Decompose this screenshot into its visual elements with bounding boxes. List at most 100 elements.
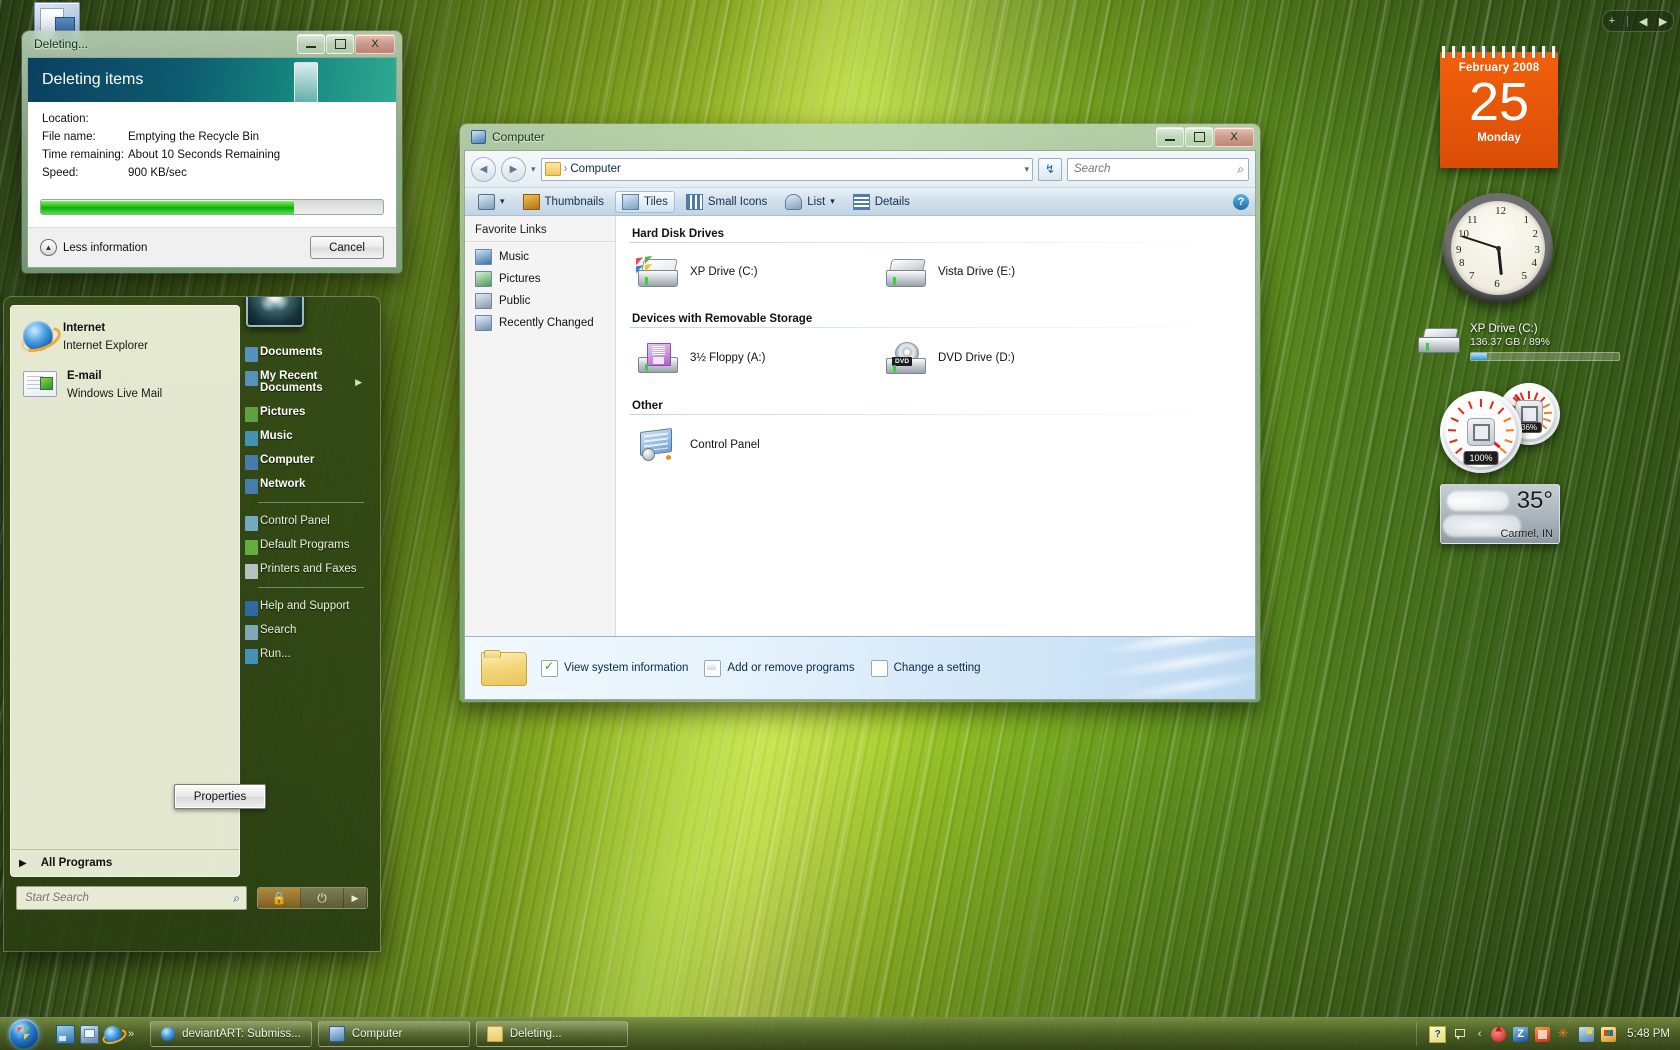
start-item-default-programs[interactable]: Default Programs bbox=[254, 534, 368, 556]
start-search-input[interactable] bbox=[23, 891, 207, 905]
help-button[interactable]: ? bbox=[1233, 193, 1249, 210]
favorite-link-pictures[interactable]: Pictures bbox=[465, 268, 615, 290]
start-item-icon bbox=[245, 455, 258, 470]
favorite-link-recently-changed[interactable]: Recently Changed bbox=[465, 312, 615, 334]
view-button-details[interactable]: Details bbox=[846, 191, 917, 213]
properties-button[interactable]: Properties bbox=[174, 784, 266, 809]
start-search-box[interactable]: ⌕ bbox=[16, 886, 247, 910]
clock-gadget[interactable]: 12 1 2 3 4 5 6 7 8 9 10 11 bbox=[1443, 193, 1553, 303]
switch-windows-icon[interactable] bbox=[80, 1024, 99, 1044]
start-item-run[interactable]: Run... bbox=[254, 643, 368, 665]
refresh-button[interactable]: ↯ bbox=[1038, 157, 1062, 181]
start-item-icon bbox=[245, 431, 258, 446]
address-input[interactable]: › Computer ▾ bbox=[540, 157, 1033, 181]
volume-icon[interactable] bbox=[1579, 1026, 1595, 1042]
start-button[interactable] bbox=[2, 1019, 46, 1049]
cpu-chip-icon bbox=[1467, 418, 1495, 446]
drive-tile[interactable]: Control Panel bbox=[630, 421, 878, 469]
gauge-tick bbox=[1447, 429, 1457, 432]
recent-locations-icon[interactable]: ▾ bbox=[531, 164, 536, 175]
drive-tile[interactable]: 3½ Floppy (A:) bbox=[630, 334, 878, 382]
close-button[interactable]: X bbox=[355, 34, 395, 54]
details-link-add-or-remove-programs[interactable]: Add or remove programs bbox=[704, 659, 855, 677]
explorer-main: Favorite Links Music Pictures Public Recent… bbox=[465, 216, 1255, 636]
drive-tile[interactable]: DVD DVD Drive (D:) bbox=[878, 334, 1126, 382]
details-link-view-system-information[interactable]: View system information bbox=[541, 659, 688, 677]
stacked-windows-icon[interactable] bbox=[1453, 1027, 1468, 1042]
favorite-link-label: Pictures bbox=[499, 273, 541, 285]
mcafee-icon[interactable] bbox=[1491, 1026, 1507, 1042]
view-button-list[interactable]: List ▾ bbox=[778, 191, 841, 213]
calendar-gadget[interactable]: February 2008 25 Monday bbox=[1440, 46, 1558, 168]
start-item-documents[interactable]: Documents bbox=[254, 341, 368, 363]
task-button[interactable]: deviantART: Submiss... bbox=[150, 1021, 312, 1047]
drive-tile[interactable]: Vista Drive (E:) bbox=[878, 249, 1126, 295]
organize-button[interactable]: ▾ bbox=[471, 191, 512, 213]
start-item-my-recent-documents[interactable]: My Recent Documents ▶ bbox=[254, 365, 368, 399]
close-button[interactable]: X bbox=[1214, 127, 1254, 147]
sidebar-prev-icon[interactable]: ◀ bbox=[1639, 15, 1647, 28]
start-item-music[interactable]: Music bbox=[254, 425, 368, 447]
chevron-down-icon[interactable]: ▾ bbox=[830, 196, 835, 207]
details-link-change-a-setting[interactable]: Change a setting bbox=[870, 659, 981, 677]
zonealarm-icon[interactable]: Z bbox=[1513, 1026, 1529, 1042]
left-arrow-icon[interactable]: ‹ bbox=[1475, 1027, 1484, 1042]
start-item-search[interactable]: Search bbox=[254, 619, 368, 641]
favorite-link-music[interactable]: Music bbox=[465, 246, 615, 268]
computer-window-titlebar[interactable]: Computer X bbox=[464, 124, 1256, 150]
help-icon[interactable]: ? bbox=[1429, 1025, 1447, 1043]
minimize-button[interactable] bbox=[1156, 127, 1184, 147]
drive-meter-gadget[interactable]: XP Drive (C:) 136.37 GB / 89% bbox=[1416, 320, 1666, 362]
view-button-thumbnails[interactable]: Thumbnails bbox=[516, 191, 611, 213]
forward-button[interactable]: ▶ bbox=[501, 156, 526, 182]
power-menu-arrow[interactable]: ▶ bbox=[344, 888, 367, 908]
favorite-link-public[interactable]: Public bbox=[465, 290, 615, 312]
deleting-dialog-titlebar[interactable]: Deleting... X bbox=[27, 31, 397, 57]
minimize-button[interactable] bbox=[297, 34, 325, 54]
start-menu[interactable]: Internet Internet Explorer E-mail Windows L… bbox=[4, 297, 380, 951]
start-item-pictures[interactable]: Pictures bbox=[254, 401, 368, 423]
red-app-icon[interactable] bbox=[1535, 1026, 1551, 1042]
address-dropdown-icon[interactable]: ▾ bbox=[1024, 164, 1029, 175]
maximize-button[interactable] bbox=[1185, 127, 1213, 147]
less-information-toggle[interactable]: ▲ Less information bbox=[40, 239, 147, 256]
quick-launch-overflow-icon[interactable]: » bbox=[128, 1028, 134, 1040]
computer-explorer-window[interactable]: Computer X ◀ ▶ ▾ › Computer ▾ ↯ Search ⌕… bbox=[460, 124, 1260, 702]
taskbar-clock[interactable]: 5:48 PM bbox=[1627, 1028, 1670, 1040]
view-button-tiles[interactable]: Tiles bbox=[614, 190, 675, 213]
gauge-tick bbox=[1504, 438, 1513, 444]
start-item-help-and-support[interactable]: Help and Support bbox=[254, 595, 368, 617]
search-input[interactable] bbox=[1072, 162, 1211, 176]
power-button[interactable]: ⏻ bbox=[301, 888, 344, 908]
task-button[interactable]: Deleting... bbox=[475, 1021, 628, 1047]
show-desktop-icon[interactable] bbox=[56, 1024, 75, 1044]
drive-tile[interactable]: XP Drive (C:) bbox=[630, 249, 878, 295]
start-item-printers-and-faxes[interactable]: Printers and Faxes bbox=[254, 558, 368, 580]
paint-app-icon[interactable] bbox=[1601, 1026, 1617, 1042]
lock-button[interactable]: 🔒 bbox=[258, 888, 301, 908]
start-item-computer[interactable]: Computer bbox=[254, 449, 368, 471]
all-programs-button[interactable]: ▶ All Programs bbox=[11, 849, 239, 876]
search-box[interactable]: ⌕ bbox=[1067, 157, 1249, 181]
maximize-button[interactable] bbox=[326, 34, 354, 54]
start-pinned-internet[interactable]: Internet Internet Explorer bbox=[15, 312, 235, 360]
sidebar-add-gadget-icon[interactable]: + bbox=[1609, 15, 1615, 27]
back-button[interactable]: ◀ bbox=[471, 156, 496, 182]
public-icon bbox=[475, 293, 492, 309]
internet-explorer-icon[interactable] bbox=[104, 1025, 121, 1043]
start-pinned-e-mail[interactable]: E-mail Windows Live Mail bbox=[15, 360, 235, 408]
cpu-meter-gadget[interactable]: 36% 100% bbox=[1440, 383, 1560, 483]
organize-icon bbox=[478, 193, 495, 210]
weather-gadget[interactable]: 35° Carmel, IN bbox=[1440, 484, 1560, 544]
view-button-small-icons[interactable]: Small Icons bbox=[679, 191, 774, 213]
star-app-icon[interactable] bbox=[1557, 1025, 1572, 1042]
deleting-dialog-window[interactable]: Deleting... X Deleting items Location: Fi… bbox=[22, 31, 402, 273]
start-item-network[interactable]: Network bbox=[254, 473, 368, 495]
sidebar-controls[interactable]: + ◀ ▶ bbox=[1602, 10, 1674, 32]
cancel-button[interactable]: Cancel bbox=[310, 236, 384, 259]
clock-number-7: 7 bbox=[1469, 270, 1475, 282]
task-button[interactable]: Computer bbox=[317, 1021, 470, 1047]
sidebar-next-icon[interactable]: ▶ bbox=[1659, 15, 1667, 28]
user-account-picture[interactable] bbox=[246, 297, 304, 327]
start-item-control-panel[interactable]: Control Panel bbox=[254, 510, 368, 532]
